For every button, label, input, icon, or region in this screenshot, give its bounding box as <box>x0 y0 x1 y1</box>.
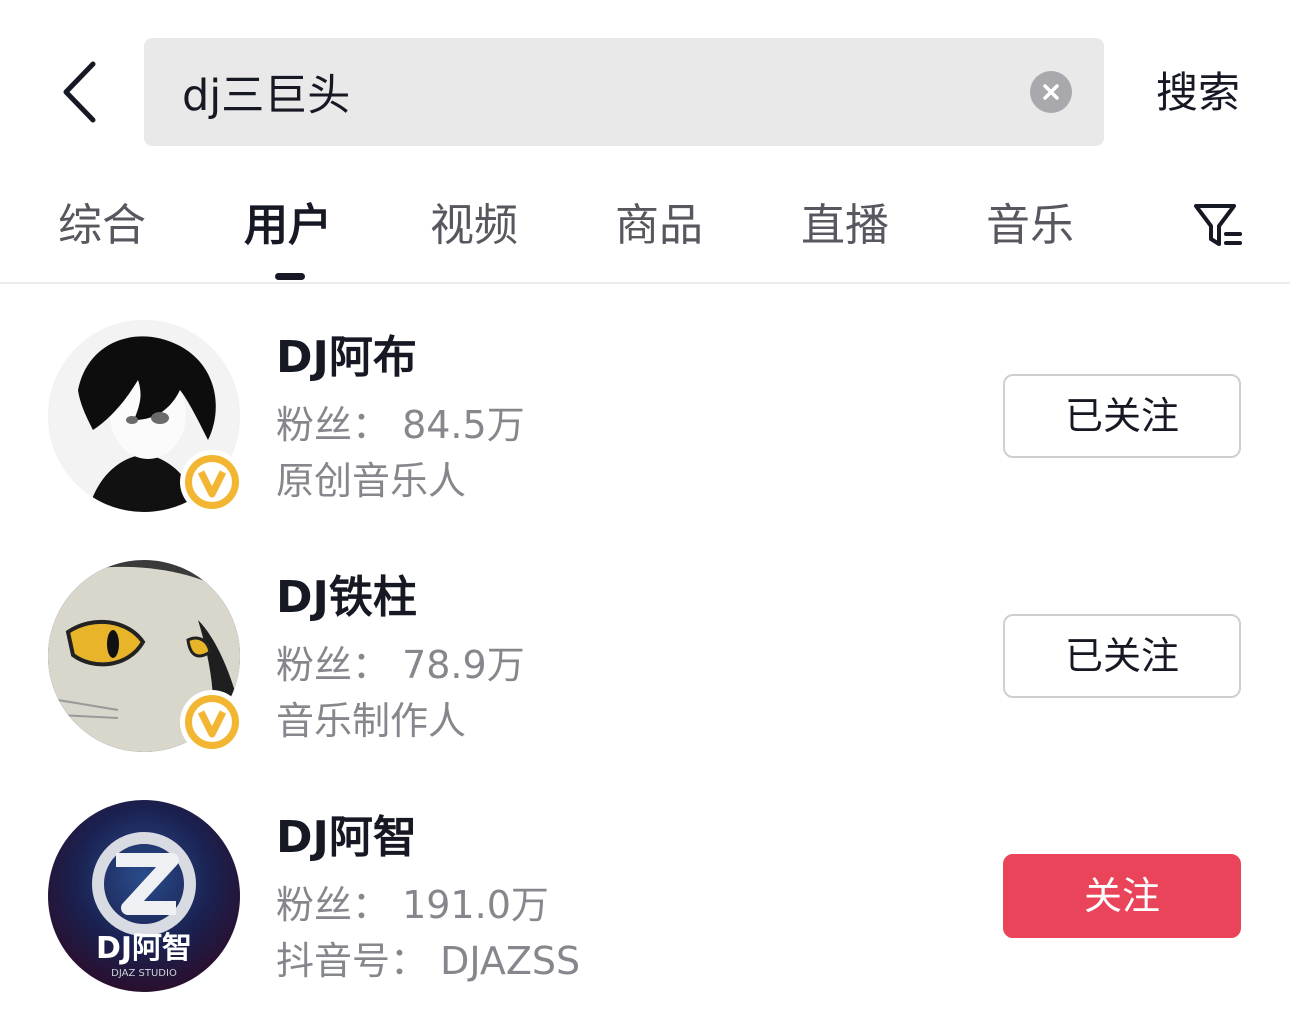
follower-count: 粉丝： 191.0万 <box>276 883 549 927</box>
tab-videos[interactable]: 视频 <box>430 194 518 258</box>
search-header: 搜索 <box>0 0 1290 160</box>
user-list-item[interactable]: DJ铁柱 粉丝： 78.9万 音乐制作人 已关注 <box>0 560 1290 760</box>
tab-comprehensive[interactable]: 综合 <box>58 194 146 258</box>
user-douyin-id: 抖音号： DJAZSS <box>276 939 581 983</box>
active-tab-indicator <box>275 273 305 280</box>
user-name: DJ铁柱 <box>276 572 417 623</box>
user-description: 音乐制作人 <box>276 699 467 743</box>
close-icon <box>1043 84 1059 100</box>
user-list-item[interactable]: DJ阿智 DJAZ STUDIO DJ阿智 粉丝： 191.0万 抖音号： DJ… <box>0 800 1290 1000</box>
search-category-tabs: 综合 用户 视频 商品 直播 音乐 <box>0 180 1290 284</box>
back-button[interactable] <box>50 55 110 129</box>
clear-search-button[interactable] <box>1030 71 1072 113</box>
avatar-image: DJ阿智 DJAZ STUDIO <box>48 800 240 992</box>
tab-music[interactable]: 音乐 <box>986 194 1074 258</box>
user-description: 原创音乐人 <box>276 459 467 503</box>
verified-badge-icon <box>180 450 244 514</box>
verified-badge-icon <box>180 690 244 754</box>
search-submit-button[interactable]: 搜索 <box>1150 60 1246 126</box>
avatar-logo-text: DJ阿智 <box>96 931 192 966</box>
search-box[interactable] <box>144 38 1104 146</box>
filter-button[interactable] <box>1190 198 1246 254</box>
filter-icon <box>1194 204 1242 246</box>
follow-button[interactable]: 关注 <box>1003 854 1241 938</box>
chevron-left-icon <box>63 61 96 123</box>
avatar-logo-subtext: DJAZ STUDIO <box>111 968 177 979</box>
tab-users[interactable]: 用户 <box>244 194 332 258</box>
avatar[interactable]: DJ阿智 DJAZ STUDIO <box>48 800 240 992</box>
follower-count: 粉丝： 78.9万 <box>276 643 525 687</box>
search-input[interactable] <box>182 38 1002 146</box>
follower-count: 粉丝： 84.5万 <box>276 403 525 447</box>
user-list-item[interactable]: DJ阿布 粉丝： 84.5万 原创音乐人 已关注 <box>0 320 1290 520</box>
following-button[interactable]: 已关注 <box>1003 614 1241 698</box>
user-name: DJ阿智 <box>276 812 417 863</box>
following-button[interactable]: 已关注 <box>1003 374 1241 458</box>
user-name: DJ阿布 <box>276 332 417 383</box>
tab-products[interactable]: 商品 <box>615 194 703 258</box>
tab-live[interactable]: 直播 <box>801 194 889 258</box>
